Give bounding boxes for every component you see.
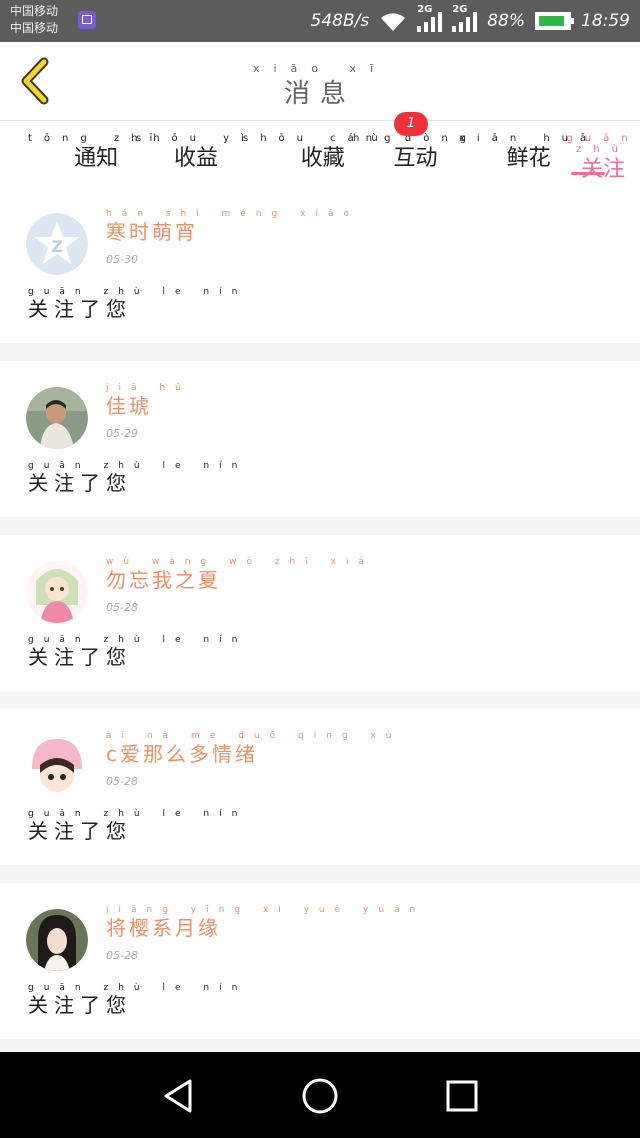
name-text: 勿忘我之夏 [106,568,221,592]
message-text: guān zhù le nín 关注了您 [28,809,247,844]
clock: 18:59 [581,11,630,31]
action-pinyin: guān zhù le nín [28,809,248,819]
list-item[interactable]: jiāng yīng xì yuè yuán 将樱系月缘 05-28 guān … [0,883,640,1039]
tab-label: 互动 [393,146,438,171]
message-date: 05-28 [106,775,138,788]
name-text: c爱那么多情绪 [106,742,258,766]
avatar[interactable]: Z [26,213,88,275]
name-pinyin: jiā hǔ [106,383,191,393]
message-date: 05-29 [106,427,138,440]
status-bar: 中国移动 中国移动 548B/s 2G 2G 88% 18:59 [0,0,640,42]
carrier-line-1: 中国移动 [10,4,59,18]
action-text: 关注了您 [28,993,132,1017]
user-name[interactable]: hán shí méng xiāo 寒时萌宵 [106,209,359,245]
signal-2-icon: 2G [452,4,478,32]
action-text: 关注了您 [28,645,132,669]
nav-back-button[interactable] [158,1076,198,1116]
action-pinyin: guān zhù le nín [28,461,248,471]
tab-bar: tōng zhī 通知 shōu yì 收益 shōu cáng 收藏 hù d… [0,121,640,187]
nav-recents-button[interactable] [442,1076,482,1116]
carrier-line-2: 中国移动 [10,21,59,35]
page-title: xiāo xī 消息 [0,62,640,110]
user-name[interactable]: wù wàng wǒ zhī xià 勿忘我之夏 [106,557,374,593]
gallery-notification-icon [78,11,96,29]
unread-badge: 1 [394,112,428,136]
nav-home-button[interactable] [300,1076,340,1116]
network-speed: 548B/s [310,11,370,31]
avatar[interactable] [26,561,88,623]
tab-label: 收藏 [300,146,345,171]
message-text: guān zhù le nín 关注了您 [28,635,247,670]
title-pinyin: xiāo xī [252,62,388,75]
message-date: 05-28 [106,601,138,614]
header: xiāo xī 消息 [0,42,640,121]
list-item[interactable]: wù wàng wǒ zhī xià 勿忘我之夏 05-28 guān zhù … [0,535,640,691]
tab-label: 收益 [173,146,218,171]
message-text: guān zhù le nín 关注了您 [28,287,247,322]
message-date: 05-28 [106,949,138,962]
action-pinyin: guān zhù le nín [28,287,248,297]
tab-pinyin: guān zhù [566,133,640,155]
name-pinyin: jiāng yīng xì yuè yuán [106,905,426,915]
active-tab-indicator [571,172,605,175]
action-pinyin: guān zhù le nín [28,635,248,645]
action-text: 关注了您 [28,471,132,495]
list-item[interactable]: Z hán shí méng xiāo 寒时萌宵 05-30 guān zhù … [0,187,640,343]
signal-1-icon: 2G [417,4,443,32]
carrier-info: 中国移动 中国移动 [10,3,58,37]
list-item[interactable]: jiā hǔ 佳琥 05-29 guān zhù le nín 关注了您 [0,361,640,517]
list-item[interactable]: ài nà me duō qíng xù c爱那么多情绪 05-28 guān … [0,709,640,865]
action-text: 关注了您 [28,819,132,843]
system-nav-bar [0,1052,640,1138]
action-pinyin: guān zhù le nín [28,983,248,993]
name-text: 将樱系月缘 [106,916,221,940]
tab-following[interactable]: guān zhù 关注 [566,133,640,183]
name-pinyin: ài nà me duō qíng xù [106,731,402,741]
message-text: guān zhù le nín 关注了您 [28,461,247,496]
avatar[interactable] [26,909,88,971]
title-text: 消息 [283,79,356,109]
tab-label: 鲜花 [506,146,551,171]
user-name[interactable]: jiā hǔ 佳琥 [106,383,191,419]
name-text: 佳琥 [106,394,152,418]
user-name[interactable]: ài nà me duō qíng xù c爱那么多情绪 [106,731,401,767]
name-text: 寒时萌宵 [106,220,198,244]
triangle-back-icon [164,1079,192,1113]
battery-icon [535,12,574,30]
battery-percent: 88% [487,11,525,31]
name-pinyin: hán shí méng xiāo [106,209,359,219]
tab-pinyin: shōu yì [136,133,256,144]
name-pinyin: wù wàng wǒ zhī xià [106,557,374,567]
avatar[interactable] [26,387,88,449]
wifi-icon [379,10,407,32]
svg-text:Z: Z [51,237,63,256]
square-recents-icon [446,1080,478,1112]
user-name[interactable]: jiāng yīng xì yuè yuán 将樱系月缘 [106,905,425,941]
tab-label: 通知 [74,146,119,171]
message-date: 05-30 [106,253,138,266]
avatar[interactable] [26,735,88,797]
circle-home-icon [302,1078,338,1114]
action-text: 关注了您 [28,297,132,321]
tab-earnings[interactable]: shōu yì 收益 [136,133,256,172]
tab-label: 关注 [580,157,625,182]
message-text: guān zhù le nín 关注了您 [28,983,247,1018]
